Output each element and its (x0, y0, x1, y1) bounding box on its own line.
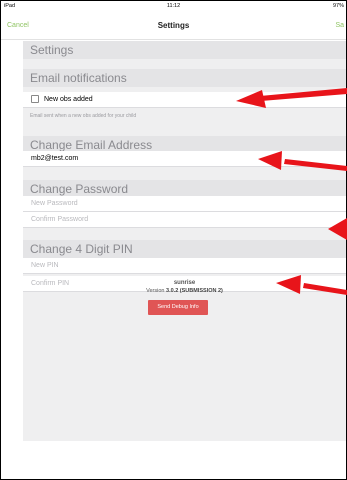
battery-level: 97% (332, 3, 344, 9)
ipad-screen: iPad 11:12 97% Cancel Settings Sa Settin… (0, 0, 347, 480)
page-title: Settings (157, 21, 190, 30)
version-text: Version 3.0.2 (SUBMISSION 2) (23, 288, 346, 294)
save-button[interactable]: Sa (335, 22, 344, 29)
footer: sunrise Version 3.0.2 (SUBMISSION 2) Sen… (23, 41, 346, 441)
version-prefix: Version (146, 288, 165, 294)
clock: 11:12 (166, 3, 181, 9)
version-value: 3.0.2 (SUBMISSION 2) (166, 288, 223, 294)
navigation-bar: Cancel Settings Sa (1, 13, 346, 40)
app-name: sunrise (173, 280, 196, 286)
status-bar: iPad 11:12 97% (1, 1, 346, 13)
send-debug-info-button[interactable]: Send Debug Info (148, 300, 208, 315)
